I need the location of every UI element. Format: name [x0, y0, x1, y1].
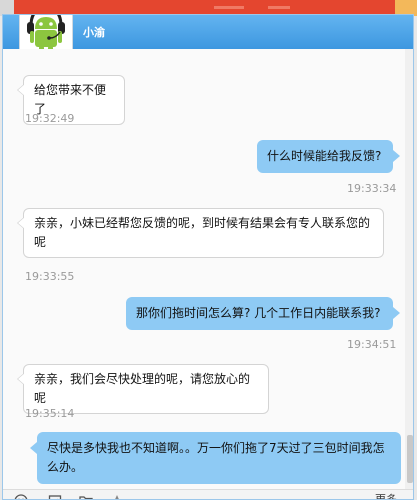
message-timestamp: 19:33:34 [347, 182, 397, 195]
screenshot-icon[interactable] [48, 493, 62, 499]
message-text: 亲亲，小妹已经帮您反馈的呢，到时候有结果会有专人联系您的呢 [34, 216, 371, 249]
message-list[interactable]: 给您带来不便了 19:32:49 什么时候能给我反馈? 19:33:34 亲亲，… [3, 49, 405, 489]
message-text: 尽快是多快我也不知道啊。。万一你们拖了7天过了三包时间我怎么办。 [47, 441, 385, 474]
message-bubble-outgoing: 尽快是多快我也不知道啊。。万一你们拖了7天过了三包时间我怎么办。 [30, 432, 401, 484]
emoji-icon[interactable] [14, 493, 28, 499]
message-text: 亲亲，我们会尽快处理的呢，请您放心的呢 [34, 372, 251, 405]
scrollbar-thumb[interactable] [407, 435, 413, 483]
message-bubble-outgoing: 什么时候能给我反馈? [257, 140, 400, 173]
folder-icon[interactable] [79, 493, 93, 499]
message-timestamp: 19:33:55 [25, 270, 75, 283]
chat-window: 小渝 给您带来不便了 19:32:49 什么时候能给我反馈? 19:33:34 … [2, 14, 414, 500]
message-text: 什么时候能给我反馈? [267, 149, 382, 163]
more-button[interactable]: 更多 [375, 491, 397, 499]
contact-name: 小渝 [83, 26, 105, 39]
message-bubble-outgoing: 那你们拖时间怎么算? 几个工作日内能联系我? [126, 297, 400, 330]
message-timestamp: 19:35:14 [25, 407, 75, 420]
background-mark [268, 6, 290, 9]
star-icon[interactable] [110, 493, 124, 499]
message-text: 那你们拖时间怎么算? 几个工作日内能联系我? [136, 306, 381, 320]
message-timestamp: 19:34:51 [347, 338, 397, 351]
message-bubble-incoming: 亲亲，小妹已经帮您反馈的呢，到时候有结果会有专人联系您的呢 [17, 208, 384, 258]
chat-scrollbar[interactable] [405, 49, 413, 489]
input-toolbar: 更多 [3, 489, 413, 499]
background-mark [214, 6, 244, 9]
message-timestamp: 19:32:49 [25, 112, 75, 125]
